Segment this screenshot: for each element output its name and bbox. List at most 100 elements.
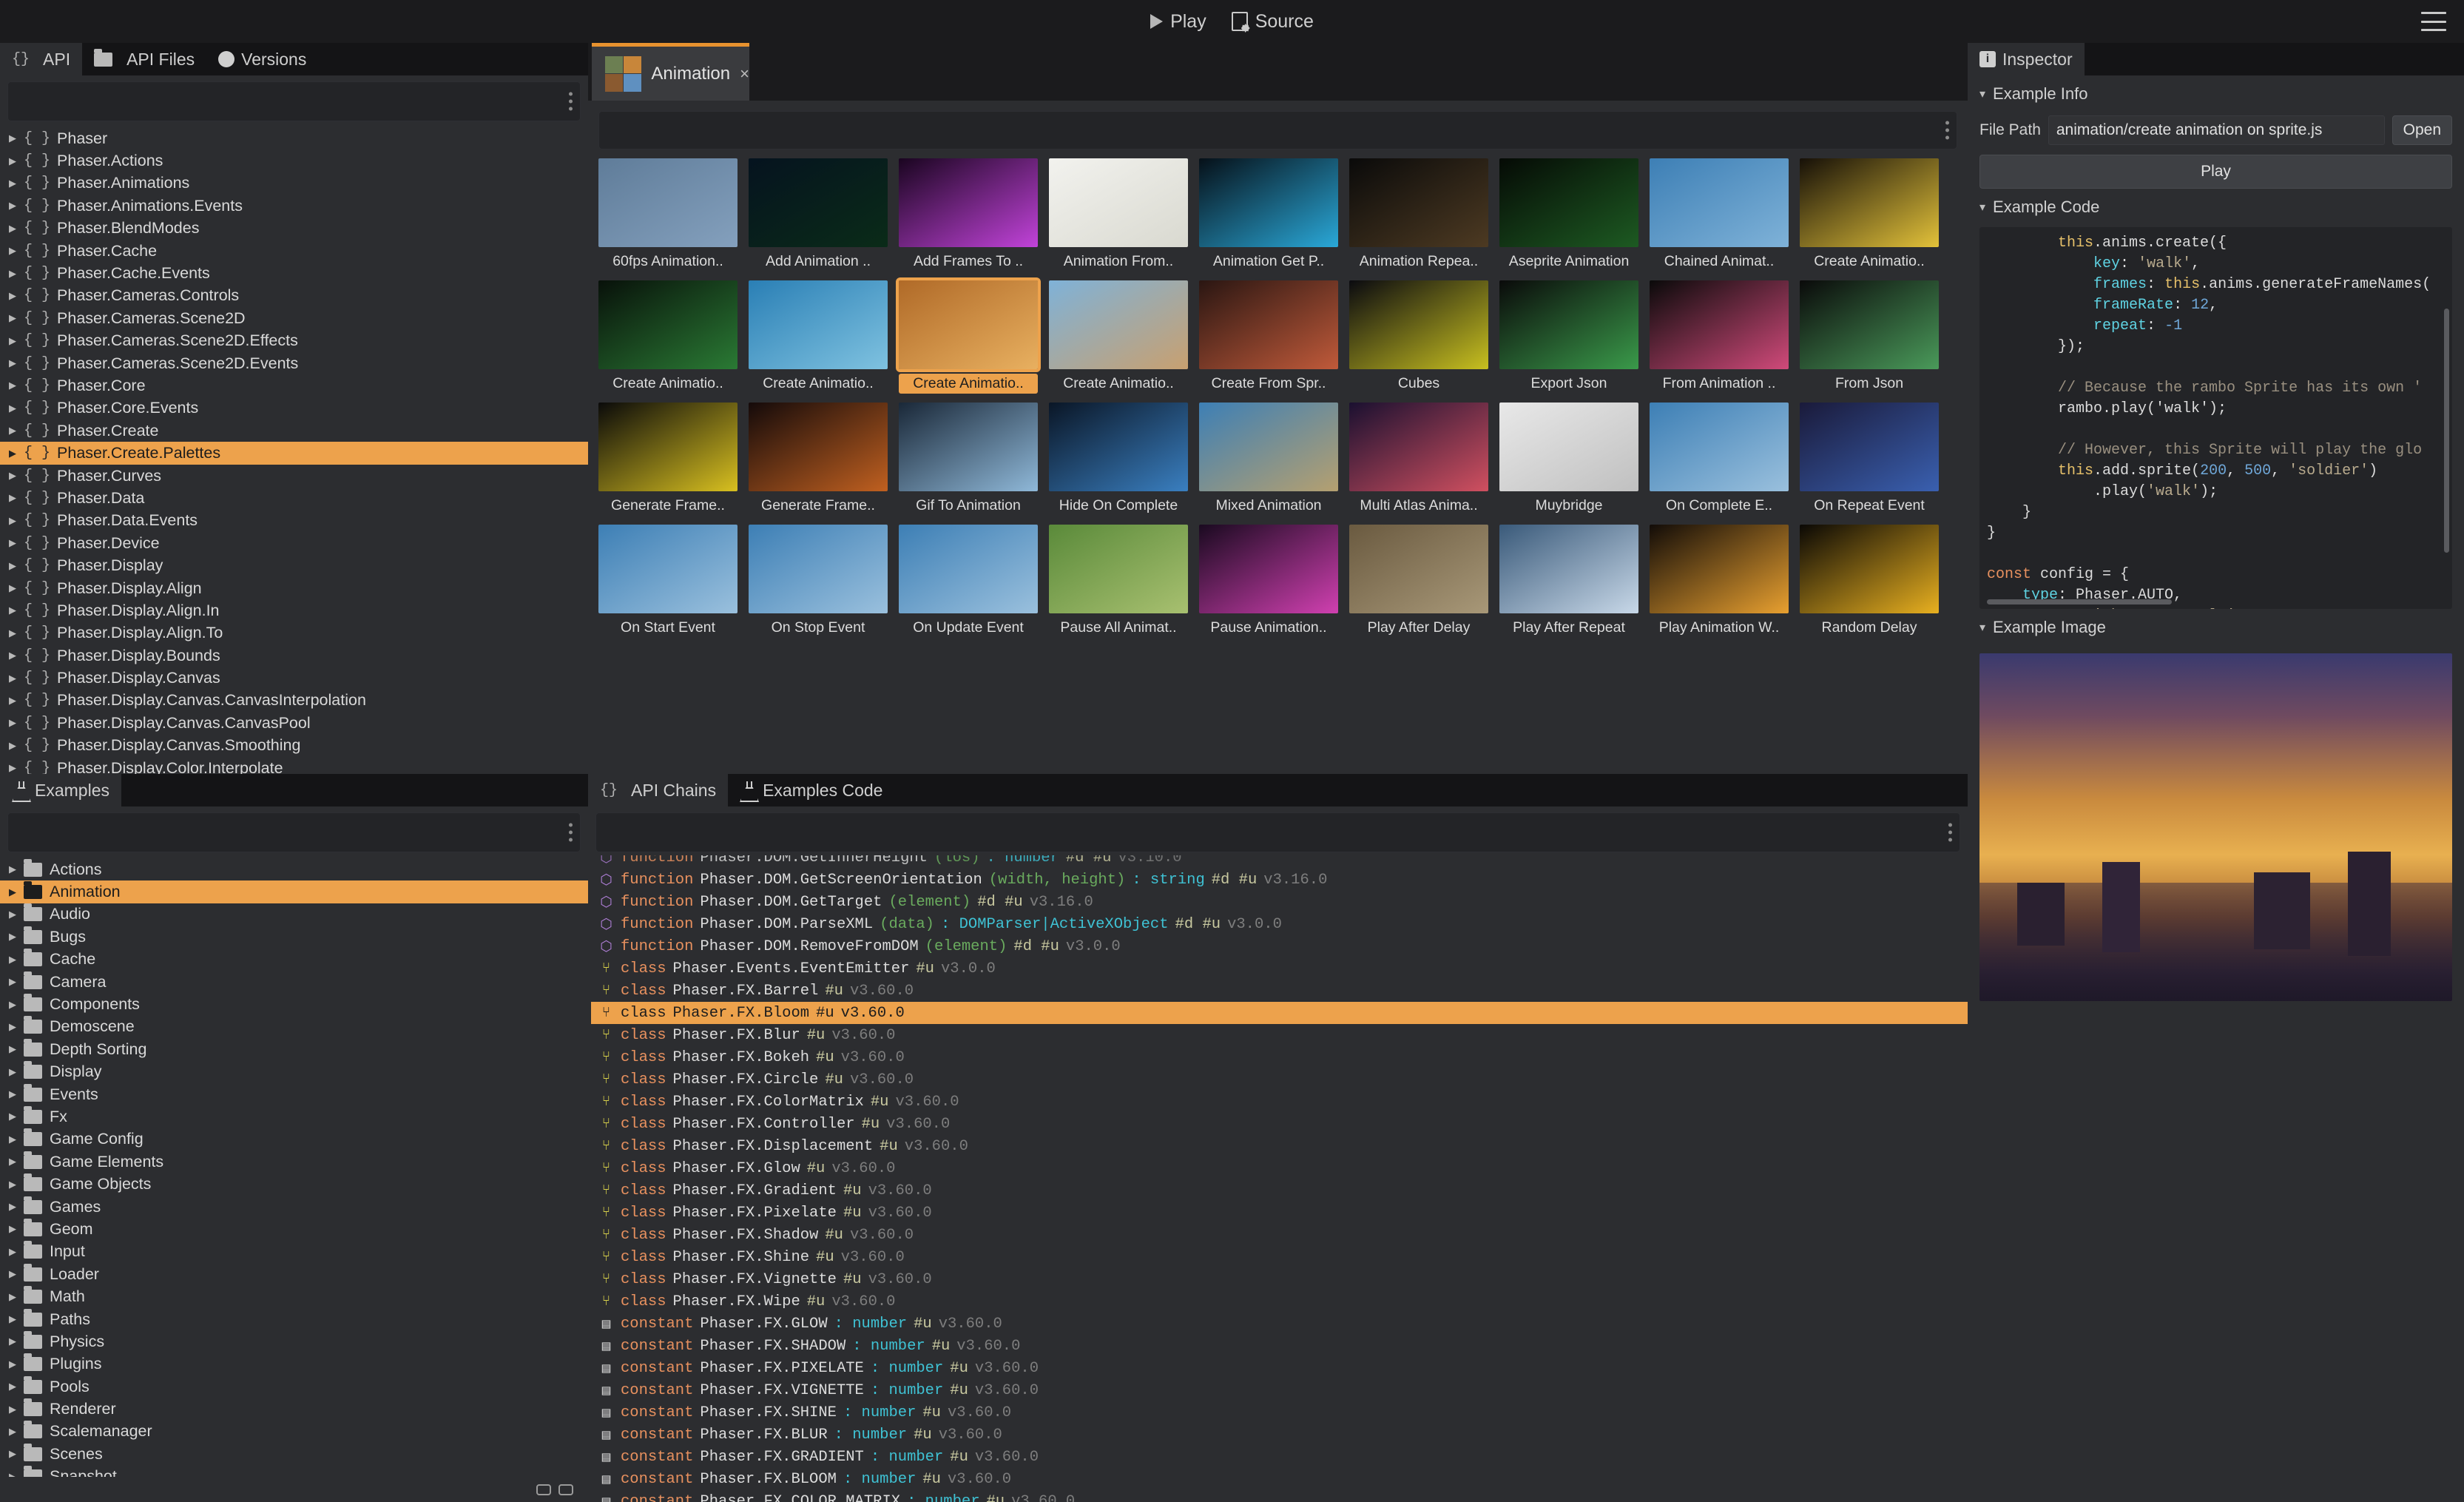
tab-api[interactable]: {} API [0,43,83,75]
chevron-right-icon[interactable]: ▶ [9,403,24,414]
chevron-right-icon[interactable]: ▶ [9,673,24,684]
examples-panel-menu-icon[interactable] [569,823,573,842]
api-tree-item[interactable]: ▶{ } Phaser.Device [0,532,588,554]
examples-tree-item[interactable]: ▶ Math [0,1285,588,1307]
api-tree-item[interactable]: ▶{ } Phaser.Display [0,554,588,576]
section-example-code[interactable]: ▾ Example Code [1968,189,2464,223]
examples-tree-item[interactable]: ▶ Geom [0,1218,588,1240]
tab-examples[interactable]: Examples [0,774,121,806]
chevron-right-icon[interactable]: ▶ [9,1448,24,1460]
api-chain-row[interactable]: ⬡ function Phaser.DOM.GetTarget (element) #d… [591,891,1968,913]
chevron-right-icon[interactable]: ▶ [9,223,24,235]
chevron-right-icon[interactable]: ▶ [9,515,24,527]
api-chain-row[interactable]: ⑂ class Phaser.FX.Displacement #u v3.60.0 [591,1135,1968,1157]
chevron-right-icon[interactable]: ▶ [9,1358,24,1370]
section-example-image[interactable]: ▾ Example Image [1968,609,2464,643]
api-chain-row[interactable]: ⑂ class Phaser.FX.Barrel #u v3.60.0 [591,980,1968,1002]
api-tree-item[interactable]: ▶{ } Phaser.Create [0,420,588,442]
example-thumbnail-cell[interactable]: Chained Animat.. [1650,158,1789,272]
examples-tree-item[interactable]: ▶ Animation [0,880,588,903]
section-example-info[interactable]: ▾ Example Info [1968,75,2464,110]
api-tree-item[interactable]: ▶{ } Phaser.Display.Bounds [0,644,588,667]
comment-icon[interactable] [536,1484,551,1495]
chevron-right-icon[interactable]: ▶ [9,999,24,1011]
example-thumbnail-cell[interactable]: Hide On Complete [1049,403,1188,516]
open-button[interactable]: Open [2392,115,2452,145]
example-thumbnail-cell[interactable]: 60fps Animation.. [598,158,737,272]
example-thumbnail-cell[interactable]: Pause All Animat.. [1049,525,1188,638]
chevron-right-icon[interactable]: ▶ [9,200,24,212]
tab-inspector[interactable]: i Inspector [1968,43,2085,75]
tab-api-chains[interactable]: {} API Chains [588,774,729,806]
example-thumbnail-cell[interactable]: Create Animatio.. [749,280,888,394]
examples-tree-item[interactable]: ▶ Scalemanager [0,1421,588,1443]
chevron-right-icon[interactable]: ▶ [9,290,24,302]
example-thumbnail-cell[interactable]: On Stop Event [749,525,888,638]
example-thumbnail-cell[interactable]: Create Animatio.. [1049,280,1188,394]
examples-tree-item[interactable]: ▶ Events [0,1083,588,1105]
example-thumbnail-cell[interactable]: Pause Animation.. [1199,525,1338,638]
hamburger-icon[interactable] [2421,12,2446,31]
chevron-right-icon[interactable]: ▶ [9,1156,24,1168]
api-search-input[interactable] [7,81,581,121]
api-chain-row[interactable]: ⑂ class Phaser.FX.Glow #u v3.60.0 [591,1157,1968,1179]
chevron-right-icon[interactable]: ▶ [9,1223,24,1235]
api-tree-item[interactable]: ▶{ } Phaser.Actions [0,149,588,172]
examples-tree-item[interactable]: ▶ Physics [0,1330,588,1353]
api-tree-item[interactable]: ▶{ } Phaser.Cameras.Scene2D.Events [0,352,588,374]
grid-menu-icon[interactable] [1945,121,1949,140]
api-chain-row[interactable]: ▤ constant Phaser.FX.COLOR_MATRIX: number #… [591,1490,1968,1502]
api-chain-row[interactable]: ⑂ class Phaser.FX.Vignette #u v3.60.0 [591,1268,1968,1290]
api-chain-row[interactable]: ⬡ function Phaser.DOM.RemoveFromDOM (elemen… [591,935,1968,957]
example-thumbnail-cell[interactable]: Play After Repeat [1499,525,1638,638]
api-tree-item[interactable]: ▶{ } Phaser.Core.Events [0,397,588,420]
examples-tree-item[interactable]: ▶ Paths [0,1308,588,1330]
api-chain-row[interactable]: ⑂ class Phaser.FX.Shine #u v3.60.0 [591,1246,1968,1268]
chevron-right-icon[interactable]: ▶ [9,717,24,729]
api-chain-row[interactable]: ▤ constant Phaser.FX.GLOW: number #u v3.60.0 [591,1313,1968,1335]
example-thumbnail-cell[interactable]: Multi Atlas Anima.. [1349,403,1488,516]
examples-tree-item[interactable]: ▶ Fx [0,1105,588,1128]
example-thumbnail-cell[interactable]: Animation Repea.. [1349,158,1488,272]
example-thumbnail-cell[interactable]: From Animation .. [1650,280,1789,394]
examples-tree-item[interactable]: ▶ Pools [0,1375,588,1398]
chevron-right-icon[interactable]: ▶ [9,1381,24,1392]
api-tree-item[interactable]: ▶{ } Phaser.Curves [0,465,588,487]
chevron-right-icon[interactable]: ▶ [9,178,24,189]
example-thumbnail-cell[interactable]: On Update Event [899,525,1038,638]
chevron-right-icon[interactable]: ▶ [9,1246,24,1258]
api-chain-row[interactable]: ▤ constant Phaser.FX.VIGNETTE: number #u v3.… [591,1379,1968,1401]
example-thumbnail-cell[interactable]: Play Animation W.. [1650,525,1789,638]
chevron-right-icon[interactable]: ▶ [9,1043,24,1055]
api-tree-item[interactable]: ▶{ } Phaser.Cache [0,240,588,262]
chevron-right-icon[interactable]: ▶ [9,604,24,616]
chevron-right-icon[interactable]: ▶ [9,762,24,774]
examples-tree-item[interactable]: ▶ Bugs [0,926,588,948]
example-thumbnail-cell[interactable]: Gif To Animation [899,403,1038,516]
chevron-right-icon[interactable]: ▶ [9,954,24,966]
examples-tree-item[interactable]: ▶ Depth Sorting [0,1038,588,1060]
example-thumbnail-cell[interactable]: Create Animatio.. [598,280,737,394]
chevron-right-icon[interactable]: ▶ [9,357,24,369]
api-chain-row[interactable]: ⬡ function Phaser.DOM.GetScreenOrientation… [591,869,1968,891]
file-path-value[interactable]: animation/create animation on sprite.js [2048,115,2385,145]
examples-tree-item[interactable]: ▶ Input [0,1241,588,1263]
api-tree-item[interactable]: ▶{ } Phaser.Create.Palettes [0,442,588,465]
examples-tree-item[interactable]: ▶ Renderer [0,1398,588,1420]
example-thumbnail-cell[interactable]: Generate Frame.. [749,403,888,516]
api-chain-row[interactable]: ▤ constant Phaser.FX.BLOOM: number #u v3.60.… [591,1468,1968,1490]
api-tree-item[interactable]: ▶{ } Phaser.Display.Canvas.CanvasInterpol… [0,690,588,712]
comment-alt-icon[interactable] [558,1484,573,1495]
chevron-right-icon[interactable]: ▶ [9,627,24,639]
api-tree-item[interactable]: ▶{ } Phaser.Display.Canvas.CanvasPool [0,712,588,734]
chevron-right-icon[interactable]: ▶ [9,1426,24,1438]
example-thumbnail-cell[interactable]: Aseprite Animation [1499,158,1638,272]
examples-tree-item[interactable]: ▶ Plugins [0,1353,588,1375]
source-button[interactable]: Source [1231,11,1314,33]
examples-tree-item[interactable]: ▶ Loader [0,1263,588,1285]
chevron-right-icon[interactable]: ▶ [9,1021,24,1033]
chevron-right-icon[interactable]: ▶ [9,1268,24,1280]
chevron-right-icon[interactable]: ▶ [9,132,24,144]
tab-api-files[interactable]: API Files [82,43,206,75]
chevron-right-icon[interactable]: ▶ [9,1291,24,1303]
